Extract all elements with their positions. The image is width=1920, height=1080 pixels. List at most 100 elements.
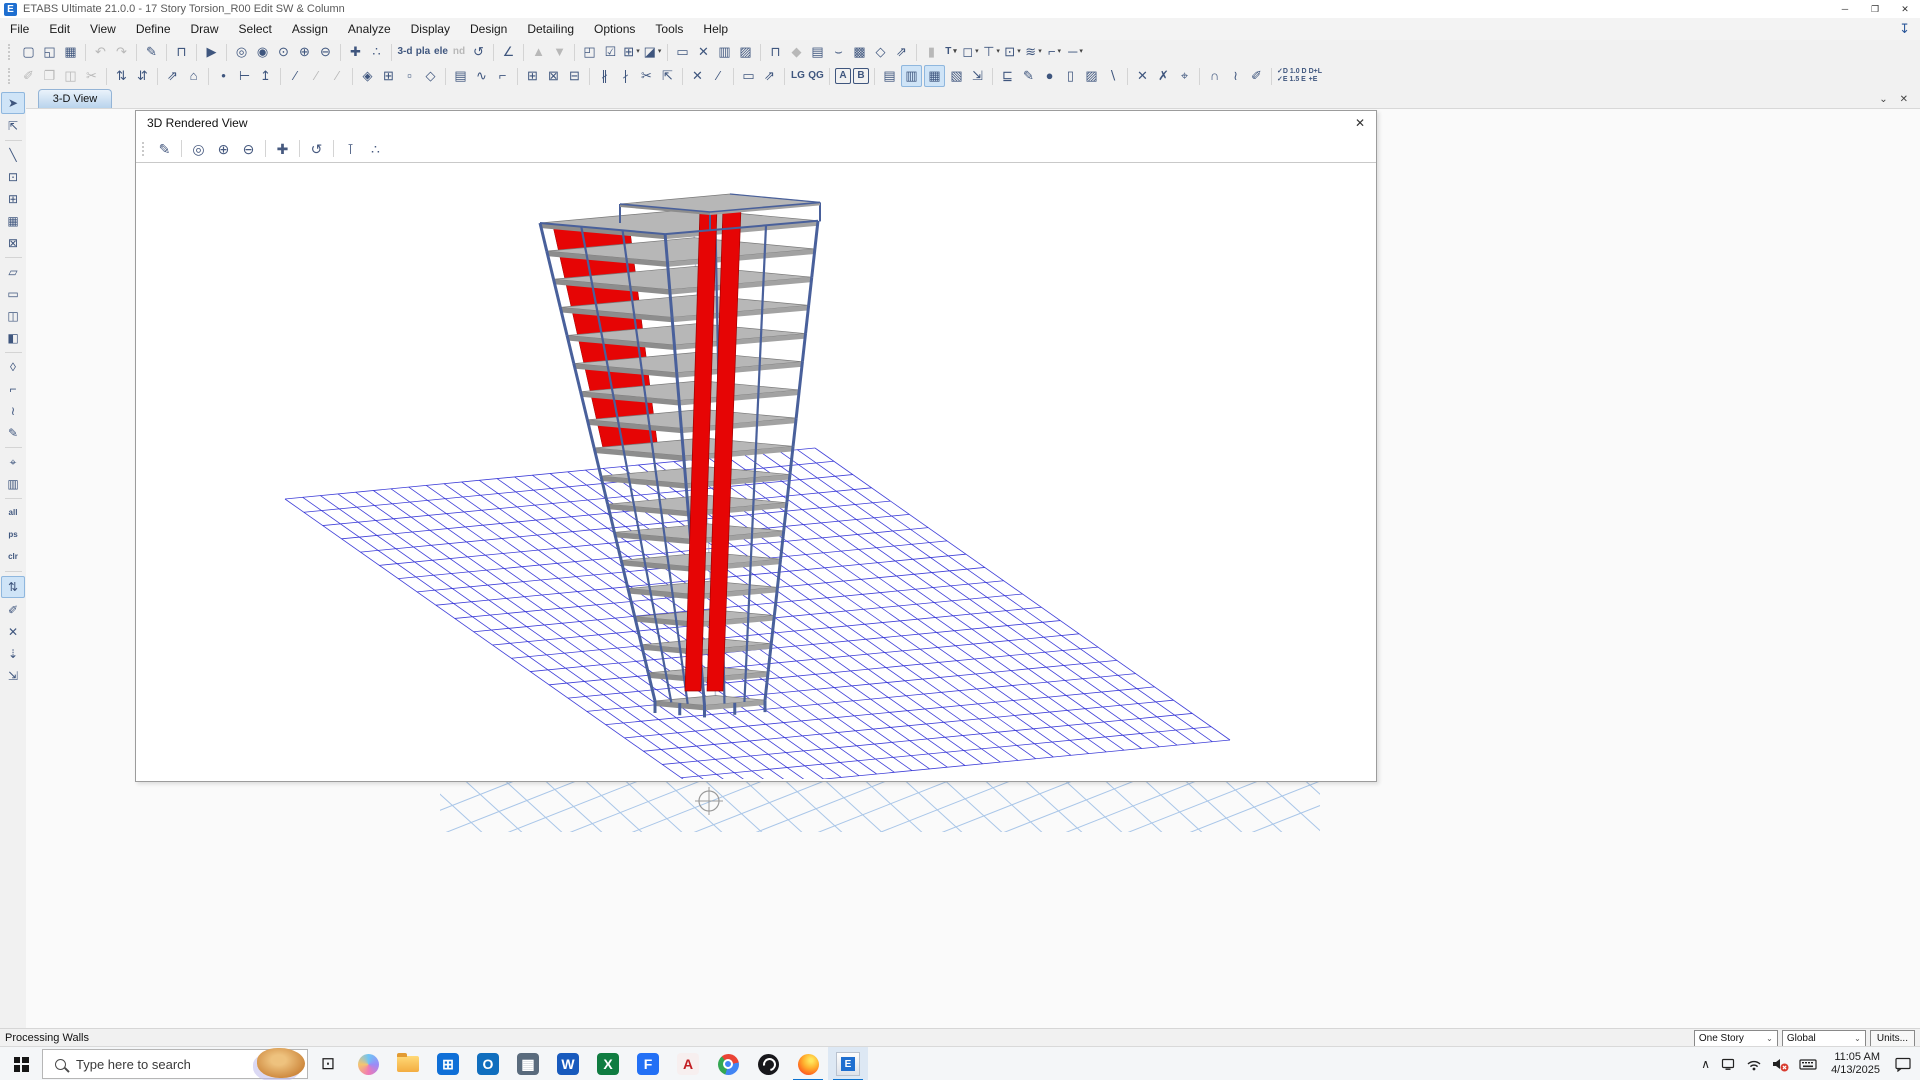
menu-options[interactable]: Options (584, 22, 645, 36)
draw-ref-plane-tool[interactable]: ▥ (2, 474, 24, 494)
rubber-band-zoom-icon[interactable]: ◎ (189, 139, 208, 159)
supports-icon[interactable]: ⊓ (766, 42, 785, 62)
slope-icon[interactable]: ∖ (1103, 66, 1122, 86)
clear-display-icon[interactable]: ✗ (1154, 66, 1173, 86)
detailing-icon[interactable]: ✎ (1019, 66, 1038, 86)
set-limits-icon[interactable]: ⊺ (341, 139, 360, 159)
view-3d-button[interactable]: 3-d (397, 42, 413, 62)
restore-full-view-icon[interactable]: ◉ (253, 42, 272, 62)
delete-item-icon[interactable]: ⊠ (544, 66, 563, 86)
down-story-tool[interactable]: ⇣ (2, 644, 24, 664)
offset-icon[interactable]: ∕ (709, 66, 728, 86)
print-icon[interactable]: ✎ (142, 42, 161, 62)
delete-icon[interactable]: ✕ (1133, 66, 1152, 86)
hatch-display-icon[interactable]: ▨ (1082, 66, 1101, 86)
obs-button[interactable] (748, 1047, 788, 1080)
excel-button[interactable]: X (588, 1047, 628, 1080)
angle-dropdown[interactable]: ⌐▾ (1045, 42, 1064, 62)
menu-edit[interactable]: Edit (39, 22, 80, 36)
start-button[interactable] (0, 1047, 42, 1080)
calculator-button[interactable]: ▦ (508, 1047, 548, 1080)
etabs-button[interactable]: E (828, 1047, 868, 1080)
pencil-icon[interactable]: ✎ (155, 139, 174, 159)
arc-icon[interactable]: ∩ (1205, 66, 1224, 86)
menu-select[interactable]: Select (229, 22, 282, 36)
divide-frames-icon[interactable]: ∤ (616, 66, 635, 86)
hatch-dropdown[interactable]: ≋▾ (1024, 42, 1043, 62)
extent-tool[interactable]: ⇲ (2, 666, 24, 686)
story-response-icon[interactable]: ⇲ (968, 66, 987, 86)
rubber-band-zoom-icon[interactable]: ◎ (232, 42, 251, 62)
zoom-out-icon[interactable]: ⊖ (239, 139, 258, 159)
wifi-icon[interactable] (1746, 1056, 1762, 1072)
down-one-story-icon[interactable]: ▼ (550, 42, 569, 62)
measure-icon[interactable]: ∠ (499, 42, 518, 62)
frame-text-dropdown[interactable]: T▾ (943, 42, 959, 62)
add-grid-icon[interactable]: ⊞ (523, 66, 542, 86)
force-diagram-icon[interactable]: ▦ (924, 65, 945, 87)
select-all-icon[interactable]: ☑ (601, 42, 620, 62)
zoom-in-icon[interactable]: ⊕ (214, 139, 233, 159)
load-combo-toggle[interactable]: D+L+E (1309, 66, 1328, 86)
deck-section-icon[interactable]: ◇ (871, 42, 890, 62)
background-image-icon[interactable]: ▩ (850, 42, 869, 62)
walkthrough-icon[interactable]: ∴ (366, 139, 385, 159)
firefox-button[interactable] (788, 1047, 828, 1080)
render-canvas[interactable] (136, 163, 1374, 779)
draw-column-icon[interactable]: ↥ (256, 66, 275, 86)
lg-button[interactable]: LG (790, 66, 806, 86)
undo-icon[interactable]: ↶ (91, 42, 110, 62)
taskbar-clock[interactable]: 11:05 AM 4/13/2025 (1827, 1051, 1884, 1077)
draw-rect-floor-tool[interactable]: ▭ (2, 284, 24, 304)
zoom-in-icon[interactable]: ⊕ (295, 42, 314, 62)
object-options-dropdown[interactable]: ⊞▾ (622, 42, 641, 62)
resize-view-icon[interactable]: ⇗ (892, 42, 911, 62)
draw-joint-tool[interactable]: ╲ (2, 145, 24, 165)
pan-icon[interactable]: ✚ (273, 139, 292, 159)
previous-zoom-icon[interactable]: ⊙ (274, 42, 293, 62)
loads-icon[interactable]: ◆ (787, 42, 806, 62)
extend-icon[interactable]: ⇱ (658, 66, 677, 86)
microsoft-store-button[interactable]: ⊞ (428, 1047, 468, 1080)
coord-system-selector[interactable]: Global⌄ (1782, 1030, 1866, 1047)
clear-selection-tool[interactable]: clr (2, 547, 24, 567)
render-window[interactable]: 3D Rendered View ✕ ✎◎⊕⊖✚↺⊺∴ (135, 110, 1377, 782)
chrome-button[interactable] (708, 1047, 748, 1080)
snap-icon[interactable]: ⌖ (1175, 66, 1194, 86)
load-display-toggle[interactable]: ✓D 1.0 D✓E 1.5 E (1277, 66, 1307, 86)
deselect-tool[interactable]: ✕ (2, 622, 24, 642)
mesh-areas-icon[interactable]: ▭ (739, 66, 758, 86)
invert-view-tool[interactable]: ⇅ (1, 576, 25, 598)
axes-icon[interactable]: ✕ (694, 42, 713, 62)
cut-icon[interactable]: ✂ (82, 66, 101, 86)
menu-display[interactable]: Display (401, 22, 460, 36)
menu-analyze[interactable]: Analyze (338, 22, 401, 36)
reshape-tool[interactable]: ⇱ (2, 116, 24, 136)
quick-draw-frame-tool[interactable]: ⊞ (2, 189, 24, 209)
menu-detailing[interactable]: Detailing (517, 22, 584, 36)
tray-chevron-up-icon[interactable]: ∧ (1701, 1057, 1710, 1071)
tab-3d-view[interactable]: 3-D View (38, 89, 112, 108)
menu-define[interactable]: Define (126, 22, 181, 36)
move-icon[interactable]: ⇗ (163, 66, 182, 86)
section-cut-icon[interactable]: ▮ (922, 42, 941, 62)
deformed-shape-icon[interactable]: ▥ (901, 65, 922, 87)
quick-draw-braces-tool[interactable]: ⊠ (2, 233, 24, 253)
replicate-icon[interactable]: ⌂ (184, 66, 203, 86)
elevation-view-button[interactable]: ele (433, 42, 449, 62)
draw-link-icon[interactable]: ∕ (328, 66, 347, 86)
plan-view-button[interactable]: pla (415, 42, 431, 62)
extruded-view-icon[interactable]: ▥ (715, 42, 734, 62)
touch-keyboard-icon[interactable] (1799, 1056, 1817, 1072)
function-plot-icon[interactable]: ∿ (472, 66, 491, 86)
rubber-band-select-icon[interactable]: ◰ (580, 42, 599, 62)
annotate-icon[interactable]: ✐ (1247, 66, 1266, 86)
quick-draw-wall-tool[interactable]: ◊ (2, 357, 24, 377)
quick-draw-beams-tool[interactable]: ▦ (2, 211, 24, 231)
intersect-icon[interactable]: ✕ (688, 66, 707, 86)
model-display-icon[interactable]: ▤ (880, 66, 899, 86)
menu-help[interactable]: Help (693, 22, 738, 36)
menu-design[interactable]: Design (460, 22, 517, 36)
plan-b-button[interactable]: B (853, 68, 869, 84)
trim-icon[interactable]: ✂ (637, 66, 656, 86)
